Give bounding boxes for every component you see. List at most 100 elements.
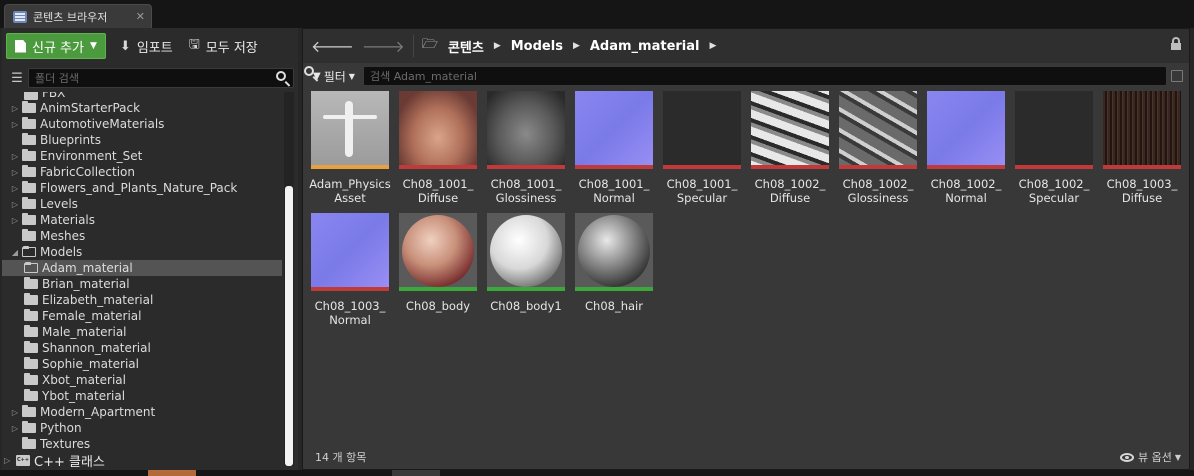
tree-item[interactable]: Sophie_material (2, 356, 282, 372)
tree-scrollbar-thumb[interactable] (285, 186, 293, 466)
filter-bar: ▼ 필터 ▼ 검색 Adam_material (303, 65, 1189, 87)
tree-item[interactable]: ▷ Flowers_and_Plants_Nature_Pack (2, 180, 282, 196)
lock-icon[interactable] (1171, 37, 1181, 51)
add-new-button[interactable]: 신규 추가 ▼ (6, 33, 106, 59)
save-all-button[interactable]: 🖫 모두 저장 (181, 33, 266, 59)
tree-item[interactable]: Elizabeth_material (2, 292, 282, 308)
tree-item[interactable]: Xbot_material (2, 372, 282, 388)
folder-open-icon (22, 246, 36, 257)
tab-content-browser[interactable]: 콘텐츠 브라우저 ✕ (4, 4, 152, 28)
view-options-label: 뷰 옵션 (1137, 451, 1172, 464)
tree-item[interactable]: Male_material (2, 324, 282, 340)
divider (412, 35, 414, 57)
asset-thumbnail[interactable] (1103, 91, 1181, 169)
tree-item[interactable]: ▷ AutomotiveMaterials (2, 116, 282, 132)
chevron-right-icon[interactable]: ▶ (494, 41, 501, 51)
asset-type-strip (399, 165, 477, 169)
filter-button[interactable]: ▼ 필터 ▼ (313, 68, 355, 85)
expand-arrow-icon[interactable]: ▷ (10, 408, 20, 417)
tree-item[interactable]: ▷ FabricCollection (2, 164, 282, 180)
asset-thumbnail[interactable] (575, 91, 653, 169)
breadcrumb-item[interactable]: Models (511, 39, 563, 54)
import-button[interactable]: ⬇ 임포트 (112, 33, 181, 59)
asset-thumbnail[interactable] (575, 213, 653, 291)
asset-name: Ch08_1001_ Normal (578, 177, 650, 205)
asset-thumbnail[interactable] (487, 213, 565, 291)
toolbar: 신규 추가 ▼ ⬇ 임포트 🖫 모두 저장 (2, 28, 298, 64)
breadcrumb-item[interactable]: 콘텐츠 (448, 37, 484, 56)
tree-item[interactable]: Adam_material (2, 260, 282, 276)
tree-item[interactable]: ▷ AnimStarterPack (2, 100, 282, 116)
folder-icon (22, 197, 36, 209)
expand-arrow-icon[interactable]: ▷ (10, 152, 20, 161)
expand-arrow-icon[interactable]: ▷ (10, 424, 20, 433)
asset-search-input[interactable]: 검색 Adam_material (304, 66, 1167, 86)
asset-thumbnail[interactable] (1015, 91, 1093, 169)
asset-thumbnail[interactable] (399, 213, 477, 291)
tree-item[interactable]: Female_material (2, 308, 282, 324)
content-browser-icon (13, 10, 27, 23)
folder-icon (24, 325, 38, 337)
tree-item-label: Shannon_material (42, 341, 151, 355)
asset-thumbnail[interactable] (663, 91, 741, 169)
forward-arrow-icon[interactable]: 🡒 (362, 36, 405, 56)
chevron-right-icon[interactable]: ▶ (710, 41, 717, 51)
tree-item[interactable]: Shannon_material (2, 340, 282, 356)
tree-item[interactable]: ▷ Modern_Apartment (2, 404, 282, 420)
expand-arrow-icon[interactable]: ▷ (10, 216, 20, 225)
folder-icon (22, 421, 36, 433)
tree-item[interactable]: Ybot_material (2, 388, 282, 404)
expand-arrow-icon[interactable]: ▷ (4, 456, 14, 465)
tree-item[interactable]: ▷ Levels (2, 196, 282, 212)
import-label: 임포트 (136, 40, 173, 56)
cpp-folder-icon: C++ (16, 454, 30, 466)
expand-arrow-icon[interactable]: ▷ (10, 200, 20, 209)
expand-arrow-icon[interactable]: ▷ (10, 104, 20, 113)
filter-label: 필터 (323, 69, 346, 84)
chevron-right-icon[interactable]: ▶ (573, 41, 580, 51)
sphere-preview (402, 215, 474, 287)
asset-type-strip (751, 165, 829, 169)
tree-item-partial[interactable]: FBX (2, 92, 282, 100)
tree-item[interactable]: ▷ Python (2, 420, 282, 436)
tree-item-cpp-classes[interactable]: ▷ C++ C++ 클래스 (4, 450, 105, 470)
collapse-sources-icon[interactable]: ☰ (6, 68, 28, 88)
back-arrow-icon[interactable]: 🡐 (311, 36, 354, 56)
expand-arrow-icon[interactable]: ▷ (10, 184, 20, 193)
close-icon[interactable]: ✕ (136, 10, 145, 23)
tree-item[interactable]: ▷ Materials (2, 212, 282, 228)
asset-thumbnail[interactable] (487, 91, 565, 169)
tree-item[interactable]: Brian_material (2, 276, 282, 292)
tree-item[interactable]: ▷ Environment_Set (2, 148, 282, 164)
asset-type-strip (399, 287, 477, 291)
add-new-label: 신규 추가 (32, 40, 84, 56)
tab-title: 콘텐츠 브라우저 (33, 10, 108, 24)
save-search-icon[interactable] (1171, 70, 1183, 82)
asset-type-strip (487, 287, 565, 291)
folder-icon (22, 165, 36, 177)
path-bar: 🡐 🡒 🗁 콘텐츠 ▶ Models ▶ Adam_material ▶ (303, 29, 1189, 63)
expand-arrow-icon[interactable]: ◢ (10, 248, 20, 257)
asset-thumbnail[interactable] (839, 91, 917, 169)
search-icon[interactable] (275, 70, 291, 86)
view-options-button[interactable]: 뷰 옵션 ▼ (1119, 449, 1181, 465)
asset-thumbnail[interactable] (311, 91, 389, 169)
folder-open-icon[interactable]: 🗁 (422, 35, 438, 57)
asset-thumbnail[interactable] (927, 91, 1005, 169)
asset-thumbnail[interactable] (751, 91, 829, 169)
tree-item[interactable]: ◢ Models (2, 244, 282, 260)
expand-arrow-icon[interactable]: ▷ (10, 120, 20, 129)
tree-item[interactable]: Blueprints (2, 132, 282, 148)
tree-item-label: Meshes (40, 229, 86, 243)
tree-item-label: Ybot_material (42, 389, 126, 403)
asset-thumbnail[interactable] (311, 213, 389, 291)
folder-icon (22, 101, 36, 113)
expand-arrow-icon[interactable]: ▷ (10, 168, 20, 177)
folder-search-input[interactable]: 폴더 검색 (28, 68, 294, 88)
mannequin-arms (323, 115, 377, 119)
breadcrumb-item[interactable]: Adam_material (590, 39, 700, 54)
folder-icon (24, 92, 38, 100)
tree-item-label: Textures (40, 437, 91, 451)
asset-thumbnail[interactable] (399, 91, 477, 169)
tree-item[interactable]: Meshes (2, 228, 282, 244)
